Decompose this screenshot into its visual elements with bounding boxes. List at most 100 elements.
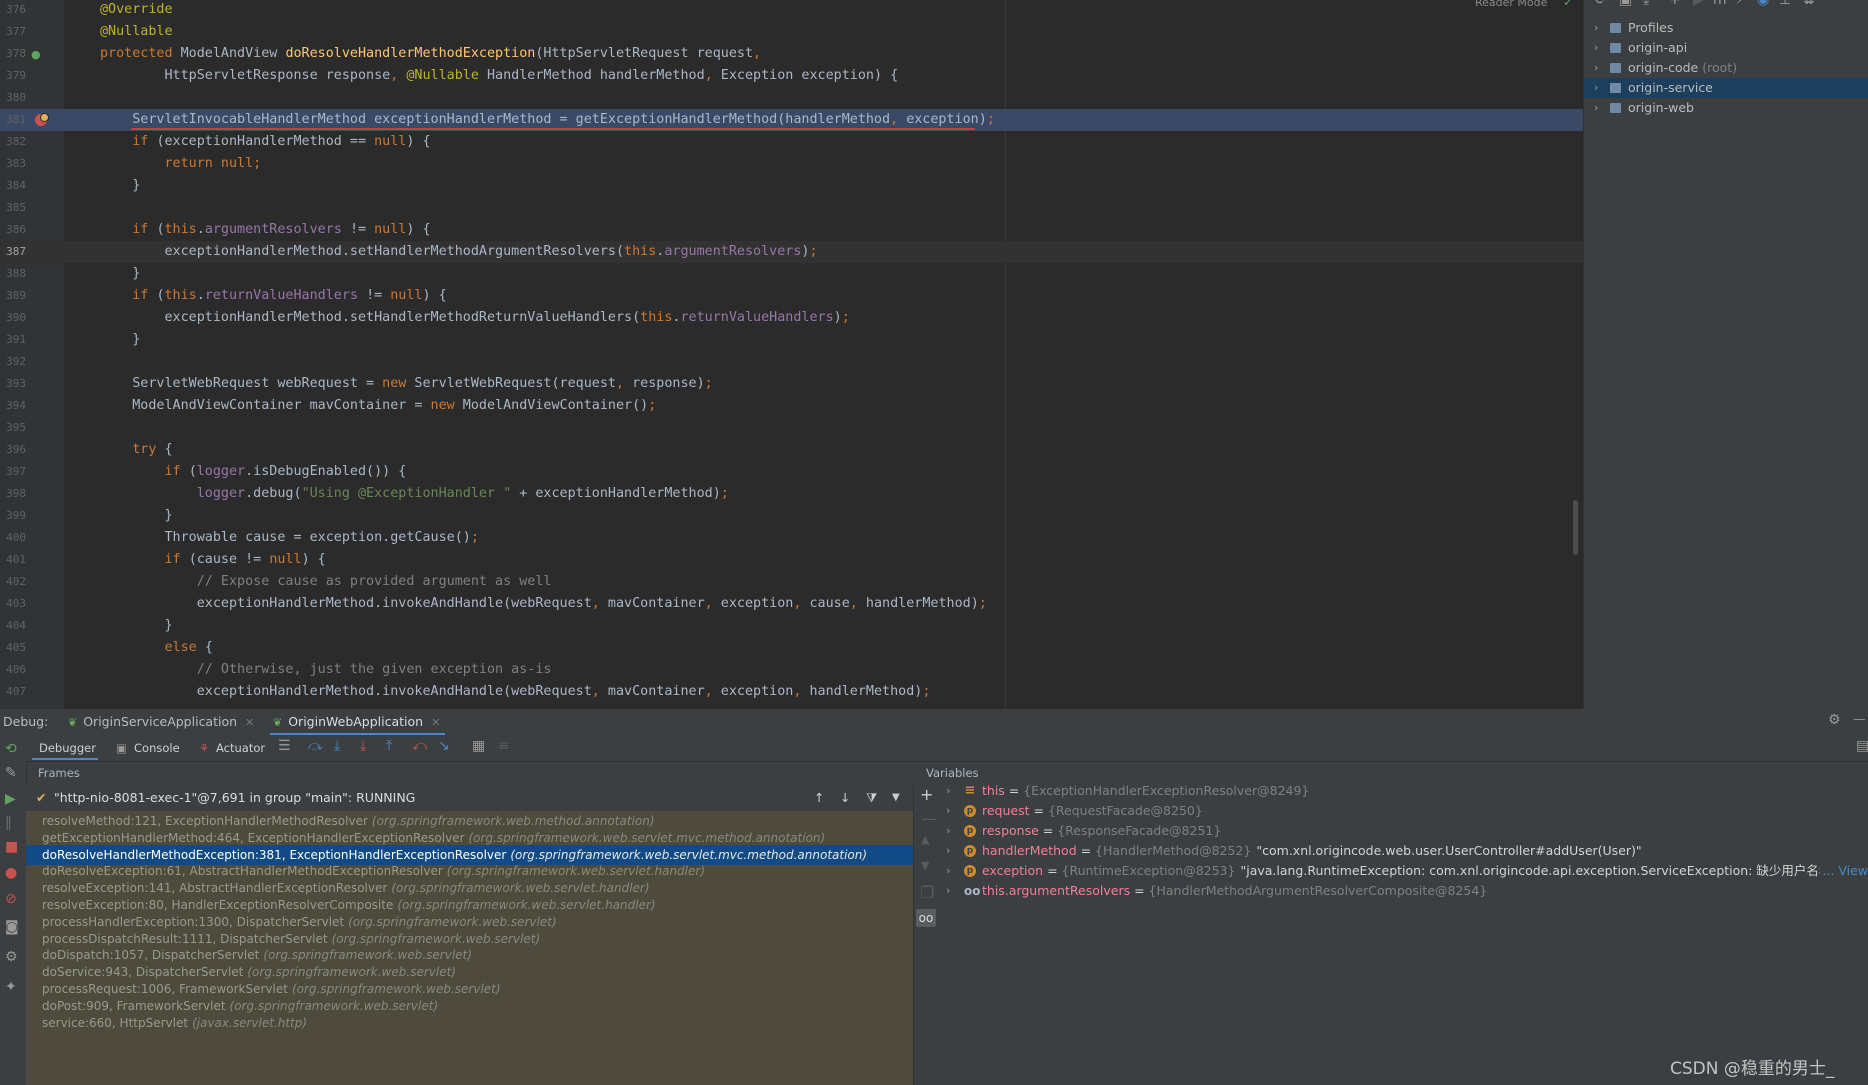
code-line[interactable]: 380 <box>0 87 1583 109</box>
code-text[interactable]: return null; <box>100 153 261 175</box>
code-text[interactable]: @Nullable <box>100 21 173 43</box>
line-number[interactable]: 404 <box>0 615 26 637</box>
editor-scrollbar[interactable] <box>1573 500 1578 555</box>
line-number[interactable]: 401 <box>0 549 26 571</box>
close-icon[interactable]: ✕ <box>431 716 440 729</box>
code-line[interactable]: 389 if (this.returnValueHandlers != null… <box>0 285 1583 307</box>
chevron-right-icon[interactable]: › <box>1594 78 1598 98</box>
code-text[interactable]: exceptionHandlerMethod.setHandlerMethodA… <box>100 241 817 263</box>
code-text[interactable]: if (logger.isDebugEnabled()) { <box>100 461 406 483</box>
code-text[interactable]: } <box>100 505 172 527</box>
code-text[interactable]: if (this.argumentResolvers != null) { <box>100 219 430 241</box>
code-line[interactable]: 392 <box>0 351 1583 373</box>
line-number[interactable]: 400 <box>0 527 26 549</box>
chevron-right-icon[interactable]: › <box>946 841 950 861</box>
tree-item-origin-service[interactable]: › origin-service <box>1584 78 1868 98</box>
line-number[interactable]: 384 <box>0 175 26 197</box>
line-number[interactable]: 403 <box>0 593 26 615</box>
code-line[interactable]: 390 exceptionHandlerMethod.setHandlerMet… <box>0 307 1583 329</box>
code-line[interactable]: 405 else { <box>0 637 1583 659</box>
rerun-icon[interactable]: ⟲ <box>5 741 17 757</box>
code-line[interactable]: 385 <box>0 197 1583 219</box>
remove-watch-icon[interactable]: — <box>921 809 937 828</box>
step-into-icon[interactable]: ⤓ <box>334 738 340 754</box>
arrow-up-icon[interactable]: ↑ <box>814 785 824 811</box>
code-text[interactable]: exceptionHandlerMethod.setHandlerMethodR… <box>100 307 849 329</box>
show-execution-point-icon[interactable]: ☰ <box>278 738 291 754</box>
refresh-icon[interactable]: ⟳ <box>1595 0 1607 8</box>
tree-item-origin-api[interactable]: › origin-api <box>1584 38 1868 58</box>
pause-icon[interactable]: ‖ <box>5 815 12 831</box>
line-number[interactable]: 396 <box>0 439 26 461</box>
code-editor[interactable]: 376 @Override 377 @Nullable 378 protected Mod… <box>0 0 1583 709</box>
line-number[interactable]: 390 <box>0 307 26 329</box>
code-text[interactable]: if (cause != null) { <box>100 549 325 571</box>
code-line[interactable]: 406 // Otherwise, just the given excepti… <box>0 659 1583 681</box>
code-line[interactable]: 393 ServletWebRequest webRequest = new S… <box>0 373 1583 395</box>
code-text[interactable]: else { <box>100 637 212 659</box>
thread-selector[interactable]: ✔ "http-nio-8081-exec-1"@7,691 in group … <box>26 785 913 812</box>
line-number[interactable]: 378 <box>0 43 26 65</box>
tab-console[interactable]: Console <box>134 741 180 755</box>
code-line[interactable]: 398 logger.debug("Using @ExceptionHandle… <box>0 483 1583 505</box>
code-text[interactable]: // Expose cause as provided argument as … <box>100 571 552 593</box>
code-text[interactable]: // Otherwise, just the given exception a… <box>100 659 552 681</box>
code-line[interactable]: 387 exceptionHandlerMethod.setHandlerMet… <box>0 241 1583 263</box>
code-text[interactable]: ServletWebRequest webRequest = new Servl… <box>100 373 712 395</box>
show-watches-icon[interactable]: oo <box>916 909 936 927</box>
line-number[interactable]: 382 <box>0 131 26 153</box>
inspection-ok-icon[interactable]: ✓ <box>1563 0 1573 9</box>
code-line[interactable]: 376 @Override <box>0 0 1583 21</box>
duplicate-icon[interactable]: ❐ <box>920 883 934 902</box>
line-number[interactable]: 386 <box>0 219 26 241</box>
trace-icon[interactable]: ≡ <box>498 738 510 754</box>
code-line[interactable]: 383 return null; <box>0 153 1583 175</box>
line-number[interactable]: 395 <box>0 417 26 439</box>
line-number[interactable]: 402 <box>0 571 26 593</box>
code-text[interactable]: } <box>100 329 140 351</box>
line-number[interactable]: 397 <box>0 461 26 483</box>
line-number[interactable]: 405 <box>0 637 26 659</box>
code-line[interactable]: 403 exceptionHandlerMethod.invokeAndHand… <box>0 593 1583 615</box>
variable-row[interactable]: › p exception = {RuntimeException@8253} "ja… <box>940 861 1868 881</box>
line-number[interactable]: 391 <box>0 329 26 351</box>
tab-debugger[interactable]: Debugger <box>39 741 96 755</box>
variable-row[interactable]: › oo this.argumentResolvers = {HandlerMeth… <box>940 881 1868 901</box>
skip-tests-icon[interactable]: ◉ <box>1757 0 1769 8</box>
code-line[interactable]: 391 } <box>0 329 1583 351</box>
mute-breakpoints-icon[interactable]: ⊘ <box>5 891 17 907</box>
line-number[interactable]: 407 <box>0 681 26 703</box>
chevron-right-icon[interactable]: › <box>1594 98 1598 118</box>
code-text[interactable]: if (exceptionHandlerMethod == null) { <box>100 131 430 153</box>
code-line[interactable]: 407 exceptionHandlerMethod.invokeAndHand… <box>0 681 1583 703</box>
add-icon[interactable]: + <box>1669 0 1681 8</box>
code-line[interactable]: 384 } <box>0 175 1583 197</box>
view-breakpoints-icon[interactable]: ● <box>5 865 17 881</box>
code-text[interactable]: exceptionHandlerMethod.invokeAndHandle(w… <box>100 593 987 615</box>
override-marker-icon[interactable]: ● <box>31 48 41 61</box>
tab-actuator[interactable]: Actuator <box>216 741 265 755</box>
chevron-right-icon[interactable]: › <box>946 821 950 841</box>
code-text[interactable]: @Override <box>100 0 173 21</box>
line-number[interactable]: 380 <box>0 87 26 109</box>
code-text[interactable]: ModelAndViewContainer mavContainer = new… <box>100 395 656 417</box>
frames-list[interactable]: resolveMethod:121, ExceptionHandlerMetho… <box>26 811 913 1085</box>
chevron-right-icon[interactable]: › <box>946 861 950 881</box>
line-number[interactable]: 379 <box>0 65 26 87</box>
settings-icon[interactable]: ⚙ <box>5 949 18 965</box>
code-line[interactable]: 395 <box>0 417 1583 439</box>
toggle-offline-icon[interactable]: ⚡ <box>1735 0 1745 8</box>
tree-item-profiles[interactable]: › Profiles <box>1584 18 1868 38</box>
line-number[interactable]: 406 <box>0 659 26 681</box>
line-number[interactable]: 392 <box>0 351 26 373</box>
chevron-right-icon[interactable]: › <box>1594 58 1598 78</box>
move-down-icon[interactable]: ▼ <box>921 859 929 872</box>
line-number[interactable]: 394 <box>0 395 26 417</box>
code-line[interactable]: 397 if (logger.isDebugEnabled()) { <box>0 461 1583 483</box>
code-text[interactable]: exceptionHandlerMethod.invokeAndHandle(w… <box>100 681 931 703</box>
code-text[interactable]: if (this.returnValueHandlers != null) { <box>100 285 446 307</box>
force-step-into-icon[interactable]: ⤓ <box>360 738 366 754</box>
code-line[interactable]: 379 HttpServletResponse response, @Nulla… <box>0 65 1583 87</box>
settings-gear-icon[interactable]: ⚙ <box>1828 712 1841 728</box>
code-text[interactable]: logger.debug("Using @ExceptionHandler " … <box>100 483 729 505</box>
